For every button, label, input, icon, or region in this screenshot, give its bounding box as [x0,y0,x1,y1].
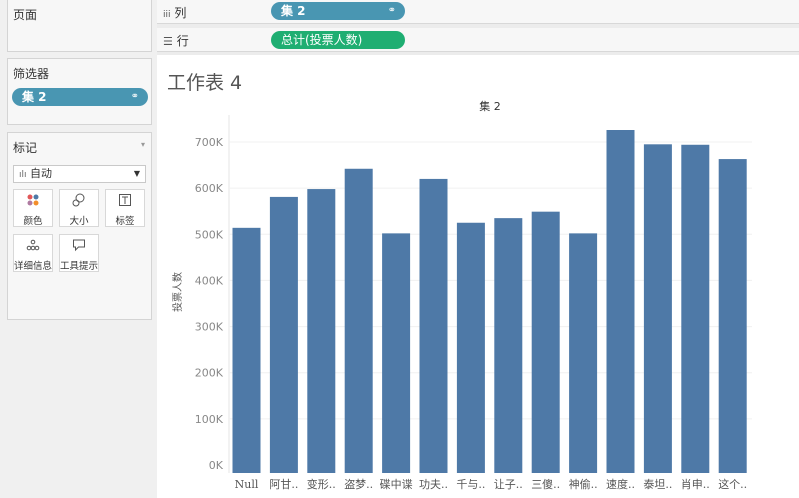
x-tick-label: 速度.. [606,477,635,491]
bar[interactable] [569,233,598,473]
columns-shelf-label: iii 列 [163,6,187,20]
pages-title: 页面 [13,8,38,22]
link-icon: ⚭ [387,5,396,16]
x-tick-label: 盗梦.. [344,478,373,491]
x-tick-label: 变形.. [307,477,336,491]
link-icon: ⚭ [130,91,139,102]
y-tick-label: 700K [195,136,224,149]
bar[interactable] [531,211,560,473]
y-axis-label: 投票人数 [171,272,184,312]
pages-card: 页面 [7,0,152,52]
y-tick-label: 0K [209,459,224,472]
x-tick-label: 阿甘.. [269,478,298,491]
color-dots-icon [14,193,52,213]
y-tick-label: 600K [195,182,224,195]
bar[interactable] [382,233,411,473]
color-label: 颜色 [23,216,43,227]
marks-card: 标记 ▾ ılı 自动 ▼ 颜色 大小 标签 详细信息 工具提示 [7,132,152,320]
x-tick-label: 神偷.. [569,477,598,491]
left-panel: 页面 筛选器 集 2 ⚭ 标记 ▾ ılı 自动 ▼ 颜色 大小 标签 详细信息… [0,0,157,498]
mark-type-label: 自动 [30,167,53,180]
detail-icon [14,238,52,258]
x-tick-label: 肖申.. [681,477,710,491]
rows-pill-votes[interactable]: 总计(投票人数) [271,31,405,49]
columns-pill-set2[interactable]: 集 2 ⚭ [271,2,405,20]
worksheet: 工作表 4 集 2 0K 100K 200K 300K 400K 500K 600K 700K 投… [157,55,799,498]
bar[interactable] [606,130,635,473]
bar[interactable] [718,159,747,473]
y-tick-label: 500K [195,228,224,241]
label-button[interactable]: 标签 [105,189,145,227]
size-label: 大小 [69,216,89,227]
detail-label: 详细信息 [14,261,53,272]
size-button[interactable]: 大小 [59,189,99,227]
chevron-down-icon[interactable]: ▾ [141,140,145,149]
bar-chart-icon: ılı [19,170,27,180]
detail-button[interactable]: 详细信息 [13,234,53,272]
columns-pill-label: 集 2 [281,4,306,18]
bar[interactable] [419,178,448,473]
tooltip-label: 工具提示 [60,261,99,272]
marks-title: 标记 [13,141,38,155]
x-tick-label: 功夫.. [419,478,448,491]
mark-type-dropdown[interactable]: ılı 自动 ▼ [13,165,146,183]
y-tick-label: 100K [195,413,224,426]
bar[interactable] [643,144,672,474]
bar[interactable] [494,218,523,473]
filter-pill-set2[interactable]: 集 2 ⚭ [12,88,148,106]
size-icon [60,193,98,213]
y-tick-label: 400K [195,274,224,287]
label-label: 标签 [115,216,135,227]
x-tick-label: 这个.. [718,477,747,491]
columns-icon: iii [163,10,171,20]
bar[interactable] [681,144,710,474]
bar[interactable] [269,196,298,473]
caret-down-icon: ▼ [133,169,140,178]
rows-pill-label: 总计(投票人数) [281,33,363,47]
x-tick-label: 千与.. [456,478,485,491]
bar[interactable] [456,222,485,473]
rows-icon: ☰ [163,35,173,48]
bar[interactable] [232,227,261,473]
y-tick-label: 200K [195,367,224,380]
rows-shelf[interactable]: ☰ 行 总计(投票人数) [157,28,799,52]
columns-shelf[interactable]: iii 列 集 2 ⚭ [157,0,799,24]
rows-shelf-label: ☰ 行 [163,34,189,48]
y-tick-label: 300K [195,321,224,334]
x-tick-label: 泰坦.. [643,477,672,491]
x-tick-label: 三傻.. [531,478,560,491]
x-tick-label: Null [235,478,259,491]
bar-chart: 集 2 0K 100K 200K 300K 400K 500K 600K 700K 投票人数 Nul… [171,99,752,491]
tooltip-button[interactable]: 工具提示 [59,234,99,272]
label-icon [106,193,144,213]
tooltip-icon [60,238,98,258]
chart-title: 集 2 [479,99,501,113]
filter-pill-label: 集 2 [22,90,47,104]
x-tick-label: 让子.. [494,478,523,491]
filters-card[interactable]: 筛选器 集 2 ⚭ [7,58,152,125]
filters-title: 筛选器 [13,67,50,81]
bar[interactable] [307,189,336,473]
bar[interactable] [344,168,373,473]
color-button[interactable]: 颜色 [13,189,53,227]
x-tick-label: 碟中谍 [380,478,413,491]
